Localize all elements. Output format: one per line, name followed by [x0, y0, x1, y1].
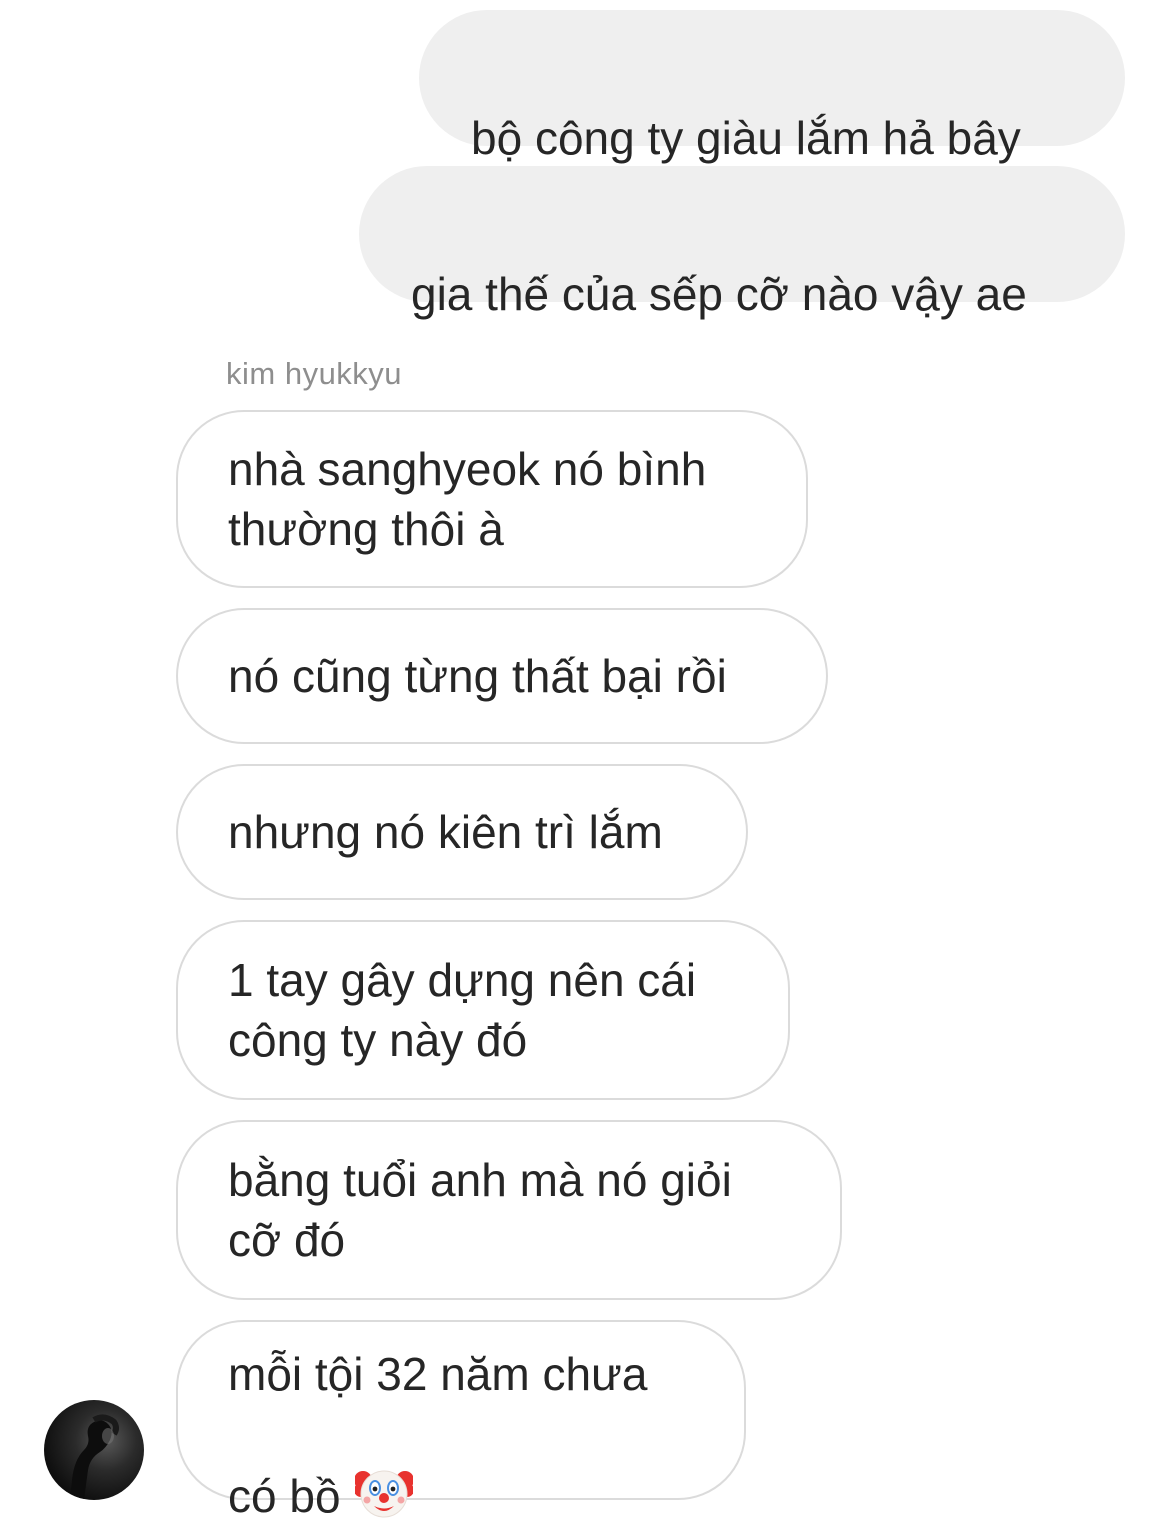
- message-text: nhưng nó kiên trì lắm: [228, 806, 663, 858]
- sent-message[interactable]: gia thế của sếp cỡ nào vậy ae: [359, 166, 1125, 320]
- sent-message[interactable]: bộ công ty giàu lắm hả bây: [419, 10, 1125, 164]
- sender-avatar[interactable]: [44, 1400, 144, 1500]
- clown-face-emoji: [353, 1404, 414, 1536]
- message-text: mỗi tội 32 năm chưa có bồ: [228, 1284, 647, 1536]
- profile-photo: [70, 1414, 119, 1500]
- message-text: gia thế của sếp cỡ nào vậy ae: [411, 268, 1027, 320]
- message-text: bộ công ty giàu lắm hả bây: [471, 112, 1021, 164]
- sender-name: kim hyukkyu: [226, 356, 403, 391]
- received-message[interactable]: nhà sanghyeok nó bình thường thôi à: [176, 410, 808, 588]
- message-text: nó cũng từng thất bại rồi: [228, 650, 727, 702]
- received-message[interactable]: mỗi tội 32 năm chưa có bồ: [176, 1320, 746, 1522]
- received-message[interactable]: bằng tuổi anh mà nó giỏi cỡ đó: [176, 1120, 842, 1300]
- received-message[interactable]: nó cũng từng thất bại rồi: [176, 608, 828, 744]
- received-message[interactable]: nhưng nó kiên trì lắm: [176, 764, 748, 900]
- message-text: nhà sanghyeok nó bình thường thôi à: [228, 443, 707, 555]
- message-text: 1 tay gây dựng nên cái công ty này đó: [228, 954, 697, 1066]
- message-text: bằng tuổi anh mà nó giỏi cỡ đó: [228, 1154, 732, 1266]
- received-message[interactable]: 1 tay gây dựng nên cái công ty này đó: [176, 920, 790, 1100]
